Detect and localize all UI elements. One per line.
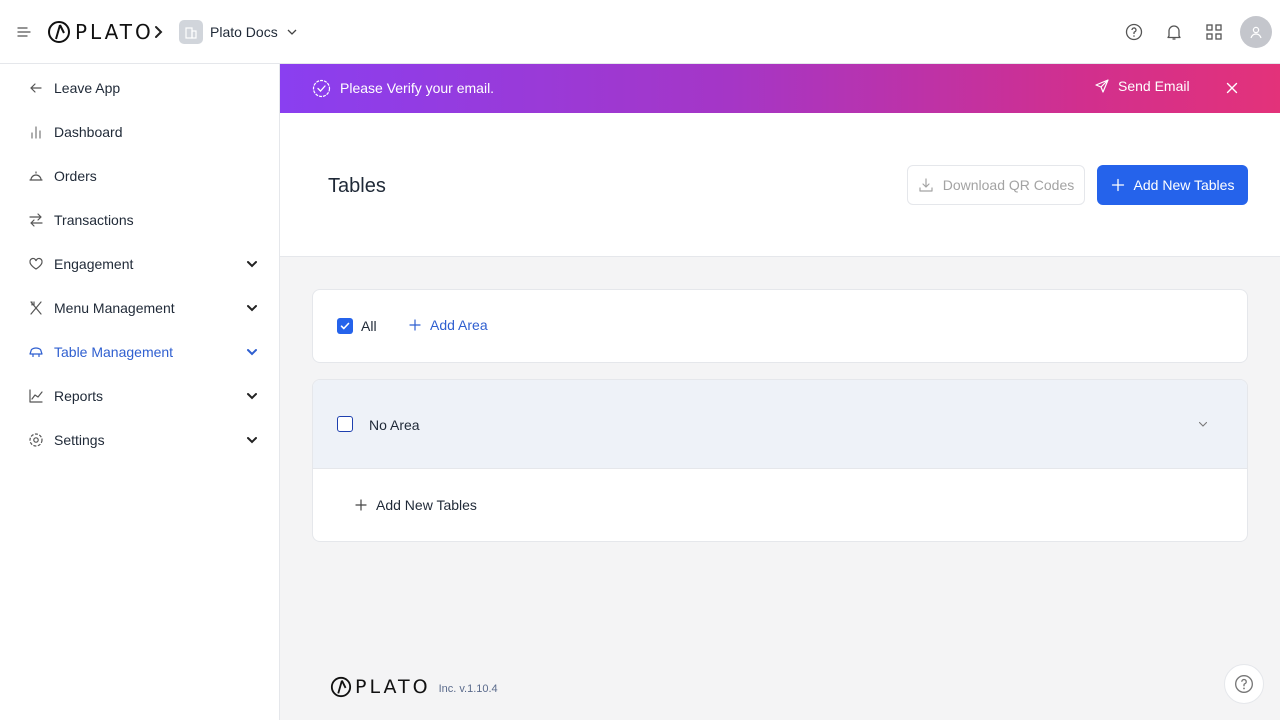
transfer-icon [27,211,45,229]
page-title: Tables [328,175,386,197]
download-icon [919,178,933,192]
user-icon [1250,26,1262,39]
sidebar-item-label: Leave App [54,80,121,96]
cloche-icon [27,167,45,185]
plato-logo-mark [330,676,352,698]
utensils-icon [27,299,45,317]
workspace-switcher[interactable]: Plato Docs [179,20,298,44]
chevron-down-icon[interactable] [1196,417,1210,431]
heart-hand-icon [27,255,45,273]
sidebar-item-label: Dashboard [54,124,123,140]
help-icon [1235,675,1253,693]
check-icon [340,322,350,330]
line-chart-icon [27,387,45,405]
plato-logo-mark [48,21,70,43]
add-new-tables-label: Add New Tables [1133,177,1235,193]
plus-icon [1111,178,1124,192]
send-email-label: Send Email [1118,78,1190,94]
add-area-button[interactable]: Add Area [409,317,488,333]
area-card: No Area Add New Tables [312,379,1248,542]
top-bar: PLATO Plato Docs [0,0,1280,64]
area-name: No Area [369,417,420,433]
bell-icon[interactable] [1154,16,1194,48]
chevron-down-icon [247,437,257,444]
bar-chart-icon [27,123,45,141]
table-icon [27,343,45,361]
gear-icon [27,431,45,449]
all-areas-label: All [361,318,377,334]
menu-icon[interactable] [14,22,34,42]
sidebar-item-transactions[interactable]: Transactions [0,198,279,242]
footer: PLATO Inc. v.1.10.4 [330,676,498,698]
send-email-button[interactable]: Send Email [1094,78,1190,94]
chevron-down-icon [247,393,257,400]
chevron-down-icon [287,29,297,35]
banner-message: Please Verify your email. [340,80,495,96]
help-button[interactable] [1224,664,1264,704]
top-actions [1114,16,1272,48]
add-new-tables-button[interactable]: Add New Tables [1097,165,1248,205]
arrow-left-icon [27,79,45,97]
footer-brand: PLATO [355,676,431,698]
sidebar-item-label: Menu Management [54,300,175,316]
sidebar-item-label: Table Management [54,344,174,360]
sidebar-item-dashboard[interactable]: Dashboard [0,110,279,154]
chevron-right-icon [150,22,168,42]
sidebar-item-label: Transactions [54,212,134,228]
add-area-label: Add Area [430,317,488,333]
version-label: Inc. v.1.10.4 [438,683,498,695]
sidebar-item-orders[interactable]: Orders [0,154,279,198]
chevron-down-icon [247,261,257,268]
area-checkbox[interactable] [337,416,353,432]
sidebar-item-leave-app[interactable]: Leave App [0,66,279,110]
verify-email-banner: Please Verify your email. Send Email [280,64,1280,113]
help-icon[interactable] [1114,16,1154,48]
sidebar-item-label: Orders [54,168,97,184]
sidebar: Leave App Dashboard Orders Transactions … [0,64,280,720]
apps-grid-icon[interactable] [1194,16,1234,48]
plus-icon [355,499,367,511]
sidebar-item-menu-management[interactable]: Menu Management [0,286,279,330]
add-new-tables-link-label: Add New Tables [376,497,477,513]
plus-icon [409,319,421,331]
building-icon [179,20,203,44]
sidebar-item-settings[interactable]: Settings [0,418,279,462]
close-icon[interactable] [1224,80,1240,96]
avatar[interactable] [1240,16,1272,48]
chevron-down-icon [247,305,257,312]
workspace-name: Plato Docs [210,24,278,40]
sidebar-item-engagement[interactable]: Engagement [0,242,279,286]
download-qr-codes-label: Download QR Codes [942,177,1075,193]
area-header[interactable]: No Area [313,380,1247,469]
add-new-tables-link[interactable]: Add New Tables [355,497,477,513]
area-filter-card: All Add Area [312,289,1248,363]
verified-check-icon [312,79,331,98]
sidebar-item-label: Settings [54,432,105,448]
send-icon [1095,79,1109,93]
brand-name: PLATO [75,20,154,44]
all-areas-checkbox[interactable] [337,318,353,334]
plato-logo[interactable]: PLATO [47,20,154,44]
sidebar-item-reports[interactable]: Reports [0,374,279,418]
download-qr-codes-button[interactable]: Download QR Codes [907,165,1085,205]
chevron-down-icon [247,349,257,356]
sidebar-item-label: Engagement [54,256,134,272]
sidebar-item-table-management[interactable]: Table Management [0,330,279,374]
sidebar-item-label: Reports [54,388,104,404]
page-header: Tables Download QR Codes Add New Tables [280,113,1280,257]
